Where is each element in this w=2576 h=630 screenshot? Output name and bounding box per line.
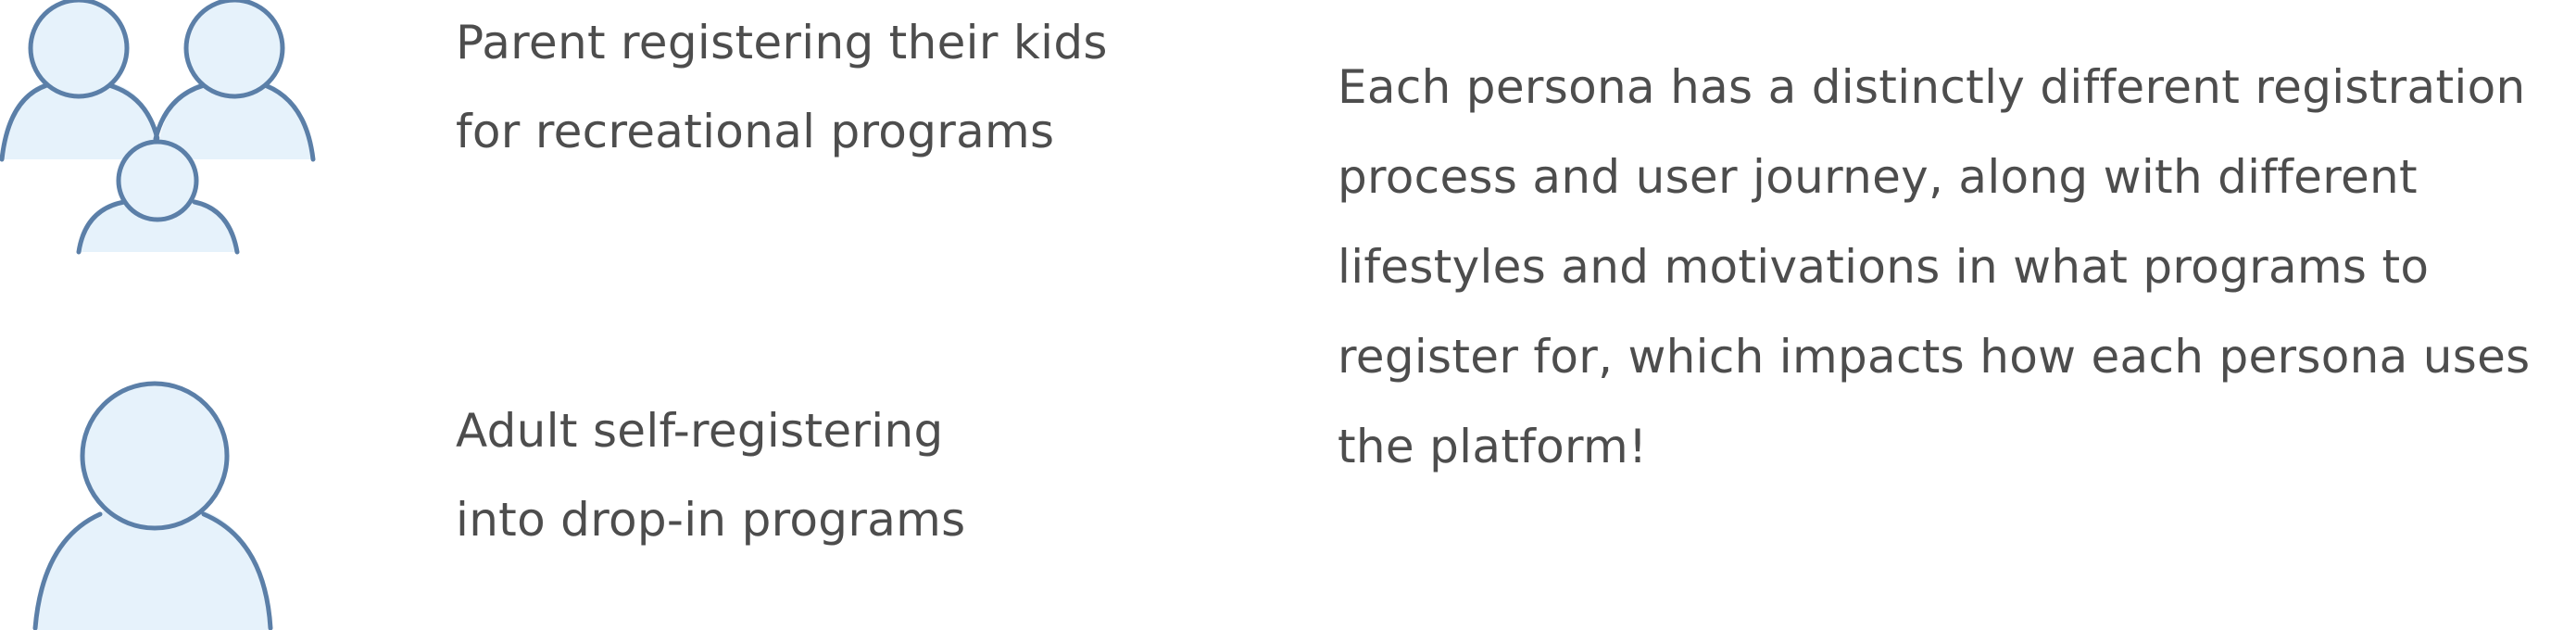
- adult-person-icon: [32, 381, 273, 630]
- persona-family-label-line-2: for recreational programs: [456, 105, 1055, 158]
- summary-line: process and user journey, along with dif…: [1338, 150, 2418, 204]
- family-icon: [0, 0, 316, 255]
- persona-family-label-line-1: Parent registering their kids: [456, 16, 1108, 69]
- summary-line: lifestyles and motivations in what progr…: [1338, 240, 2430, 294]
- persona-family-label: Parent registering their kids for recrea…: [456, 0, 1108, 176]
- persona-adult-label-line-2: into drop-in programs: [456, 493, 966, 547]
- persona-adult-label-line-1: Adult self-registering: [456, 404, 944, 458]
- summary-line: register for, which impacts how each per…: [1338, 330, 2531, 384]
- summary-line: Each persona has a distinctly different …: [1338, 60, 2526, 114]
- persona-summary-text: Each persona has a distinctly different …: [1338, 43, 2551, 492]
- summary-line: the platform!: [1338, 420, 1648, 473]
- persona-adult-label: Adult self-registering into drop-in prog…: [456, 386, 966, 564]
